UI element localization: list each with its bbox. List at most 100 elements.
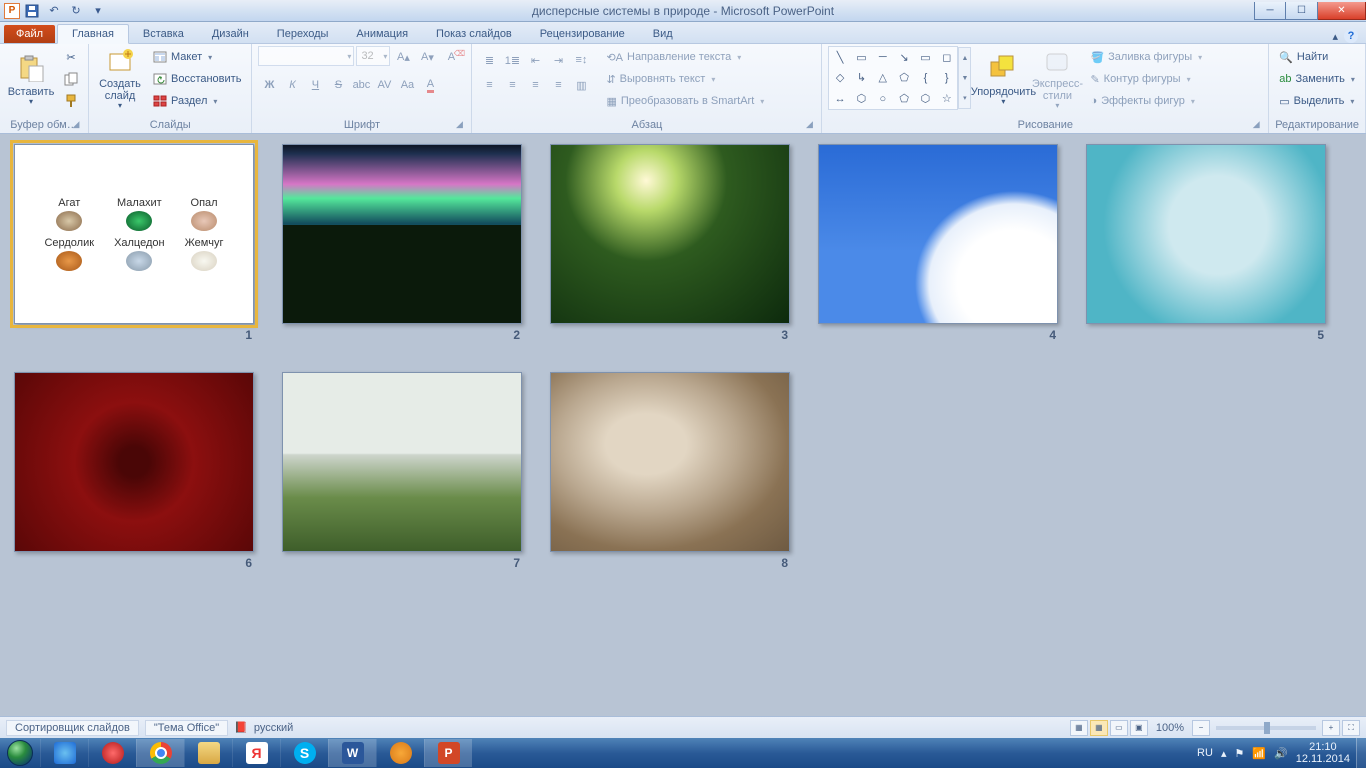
zoom-in-button[interactable]: +	[1322, 720, 1340, 736]
numbering-button[interactable]: 1≣	[501, 49, 523, 71]
close-button[interactable]: ✕	[1318, 2, 1366, 20]
indent-button[interactable]: ⇥	[547, 49, 569, 71]
font-dialog-icon[interactable]: ◢	[453, 119, 465, 131]
paste-button[interactable]: Вставить▾	[6, 46, 56, 112]
align-left-button[interactable]: ≡	[478, 74, 500, 96]
reading-view-button[interactable]: ▭	[1110, 720, 1128, 736]
select-button[interactable]: ▭Выделить	[1275, 90, 1359, 112]
reset-button[interactable]: Восстановить	[149, 68, 245, 90]
underline-button[interactable]: Ч	[304, 74, 326, 96]
maximize-button[interactable]: ☐	[1286, 2, 1318, 20]
status-theme[interactable]: "Тема Office"	[145, 720, 228, 736]
justify-button[interactable]: ≡	[547, 74, 569, 96]
tray-volume-icon[interactable]: 🔊	[1274, 747, 1288, 760]
slide-thumb-8[interactable]: 8	[550, 372, 790, 570]
shrink-font-button[interactable]: A▾	[416, 46, 438, 68]
font-size-combo[interactable]: 32	[356, 46, 390, 66]
tab-design[interactable]: Дизайн	[198, 25, 263, 43]
tab-file[interactable]: Файл	[4, 25, 55, 43]
fit-window-button[interactable]: ⛶	[1342, 720, 1360, 736]
taskbar-powerpoint[interactable]: P	[424, 739, 472, 767]
taskbar-word[interactable]: W	[328, 739, 376, 767]
font-name-combo[interactable]	[258, 46, 354, 66]
zoom-slider[interactable]	[1216, 726, 1316, 730]
columns-button[interactable]: ▥	[570, 74, 592, 96]
save-button[interactable]	[22, 2, 42, 20]
tab-view[interactable]: Вид	[639, 25, 687, 43]
bullets-button[interactable]: ≣	[478, 49, 500, 71]
tray-kbd[interactable]: RU	[1197, 747, 1213, 759]
spellcheck-icon[interactable]: 📕	[234, 721, 248, 734]
taskbar-wmp[interactable]	[376, 739, 424, 767]
status-lang[interactable]: русский	[254, 722, 293, 734]
ribbon-minimize-icon[interactable]: ▴	[1332, 30, 1338, 43]
tab-review[interactable]: Рецензирование	[526, 25, 639, 43]
zoom-value[interactable]: 100%	[1156, 722, 1184, 734]
slide-thumb-5[interactable]: 5	[1086, 144, 1326, 342]
slide-thumb-4[interactable]: 4	[818, 144, 1058, 342]
start-button[interactable]	[0, 738, 40, 768]
case-button[interactable]: Aa	[396, 74, 418, 96]
sorter-view-button[interactable]: ▦	[1090, 720, 1108, 736]
text-direction-button[interactable]: ⟲AНаправление текста	[602, 46, 768, 68]
bold-button[interactable]: Ж	[258, 74, 280, 96]
tray-clock[interactable]: 21:10 12.11.2014	[1296, 741, 1350, 765]
strike-button[interactable]: S	[327, 74, 349, 96]
format-painter-button[interactable]	[60, 90, 82, 112]
font-color-button[interactable]: A	[419, 74, 441, 96]
taskbar-ie[interactable]	[40, 739, 88, 767]
tab-transitions[interactable]: Переходы	[263, 25, 343, 43]
taskbar-explorer[interactable]	[184, 739, 232, 767]
slide-thumb-1[interactable]: Агат Малахит Опал Сердолик Халцедон Жемч…	[14, 144, 254, 342]
gallery-down-icon[interactable]: ▼	[959, 68, 970, 88]
help-icon[interactable]: ?	[1344, 29, 1358, 43]
minimize-button[interactable]: ─	[1254, 2, 1286, 20]
clipboard-dialog-icon[interactable]: ◢	[70, 119, 82, 131]
copy-button[interactable]	[60, 68, 82, 90]
tray-flag-icon[interactable]: ⚑	[1234, 747, 1244, 760]
clear-format-button[interactable]: A⌫	[440, 46, 462, 68]
taskbar-skype[interactable]: S	[280, 739, 328, 767]
shape-fill-button[interactable]: 🪣Заливка фигуры	[1086, 46, 1206, 68]
status-view[interactable]: Сортировщик слайдов	[6, 720, 139, 736]
italic-button[interactable]: К	[281, 74, 303, 96]
layout-button[interactable]: Макет	[149, 46, 245, 68]
shadow-button[interactable]: abc	[350, 74, 372, 96]
linespacing-button[interactable]: ≡↕	[570, 49, 592, 71]
taskbar-yandex[interactable]: Я	[232, 739, 280, 767]
undo-button[interactable]: ↶	[44, 2, 64, 20]
quick-styles-button[interactable]: Экспресс-стили▾	[1032, 46, 1082, 112]
qat-customize-button[interactable]: ▾	[88, 2, 108, 20]
arrange-button[interactable]: Упорядочить▾	[978, 46, 1028, 112]
grow-font-button[interactable]: A▴	[392, 46, 414, 68]
taskbar-chrome[interactable]	[136, 739, 184, 767]
show-desktop-button[interactable]	[1356, 738, 1366, 768]
taskbar-opera[interactable]	[88, 739, 136, 767]
smartart-button[interactable]: ▦Преобразовать в SmartArt	[602, 90, 768, 112]
find-button[interactable]: 🔍Найти	[1275, 46, 1359, 68]
tab-animation[interactable]: Анимация	[342, 25, 422, 43]
shape-effects-button[interactable]: ◑Эффекты фигур	[1086, 90, 1206, 112]
gallery-up-icon[interactable]: ▲	[959, 48, 970, 68]
drawing-dialog-icon[interactable]: ◢	[1250, 119, 1262, 131]
tray-network-icon[interactable]: 📶	[1252, 747, 1266, 760]
zoom-out-button[interactable]: −	[1192, 720, 1210, 736]
tab-slideshow[interactable]: Показ слайдов	[422, 25, 526, 43]
replace-button[interactable]: abЗаменить	[1275, 68, 1359, 90]
outdent-button[interactable]: ⇤	[524, 49, 546, 71]
slideshow-view-button[interactable]: ▣	[1130, 720, 1148, 736]
paragraph-dialog-icon[interactable]: ◢	[803, 119, 815, 131]
redo-button[interactable]: ↻	[66, 2, 86, 20]
slide-thumb-2[interactable]: 2	[282, 144, 522, 342]
new-slide-button[interactable]: Создать слайд▾	[95, 46, 145, 112]
align-text-button[interactable]: ⇵Выровнять текст	[602, 68, 768, 90]
tray-up-icon[interactable]: ▴	[1221, 747, 1227, 760]
align-center-button[interactable]: ≡	[501, 74, 523, 96]
slide-thumb-3[interactable]: 3	[550, 144, 790, 342]
shape-outline-button[interactable]: ✎Контур фигуры	[1086, 68, 1206, 90]
normal-view-button[interactable]: ▦	[1070, 720, 1088, 736]
gallery-more-icon[interactable]: ▾	[959, 88, 970, 108]
tab-insert[interactable]: Вставка	[129, 25, 198, 43]
tab-home[interactable]: Главная	[57, 24, 129, 44]
section-button[interactable]: Раздел	[149, 90, 245, 112]
